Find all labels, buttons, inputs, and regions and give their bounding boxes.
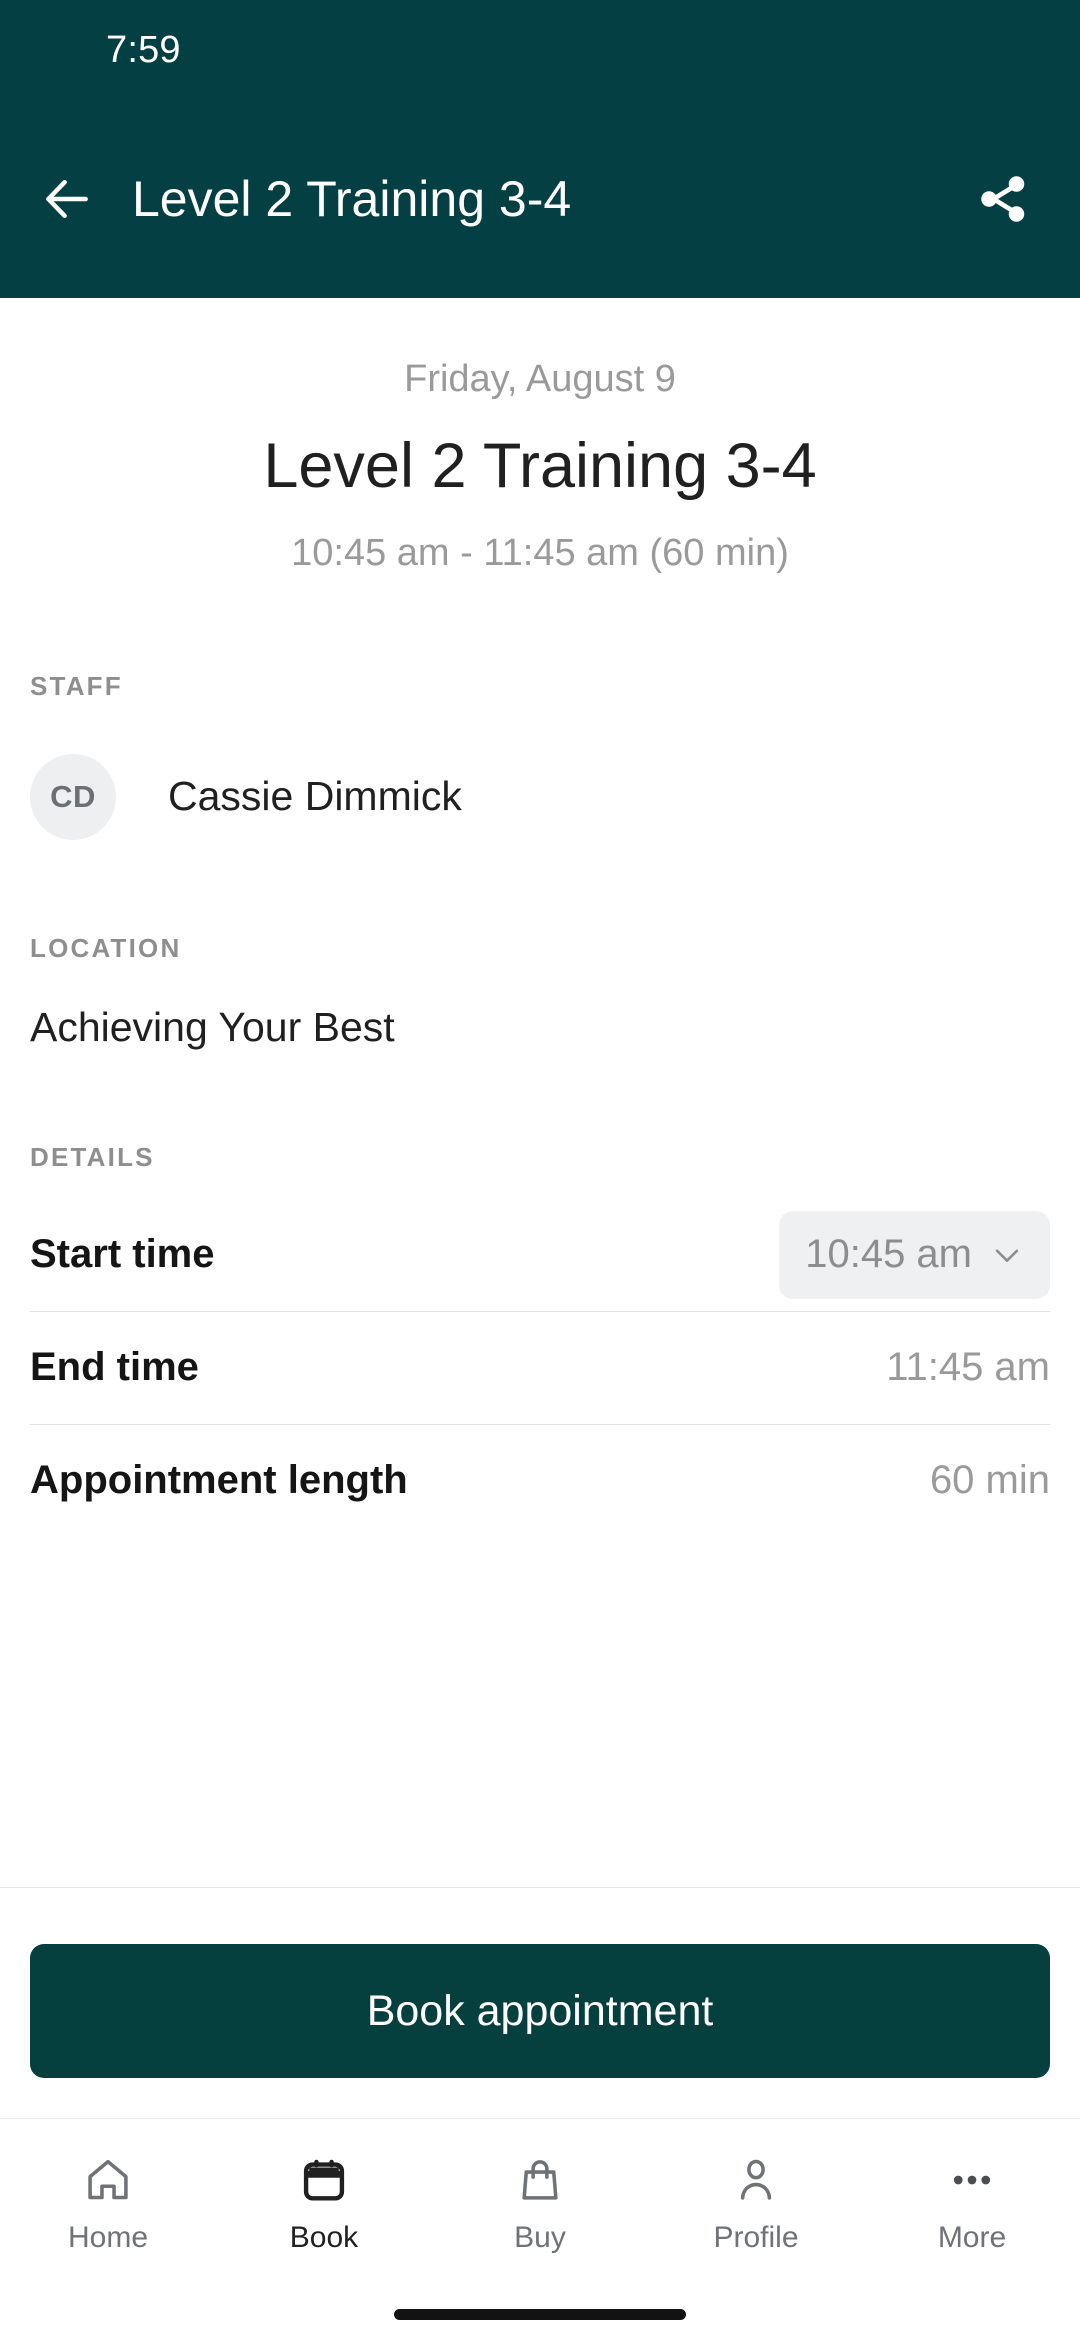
nav-label-book: Book xyxy=(289,2220,359,2254)
nav-label-more: More xyxy=(937,2220,1007,2254)
status-bar-clock: 7:59 xyxy=(106,28,181,71)
chevron-down-icon xyxy=(995,1249,1019,1262)
gesture-bar-area xyxy=(0,2288,1080,2340)
detail-row-end-time: End time 11:45 am xyxy=(0,1312,1080,1424)
status-bar: 7:59 xyxy=(0,0,1080,100)
avatar: CD xyxy=(30,753,116,840)
staff-section-label: STAFF xyxy=(30,670,123,701)
appointment-date: Friday, August 9 xyxy=(404,358,676,400)
calendar-icon xyxy=(297,2153,351,2207)
end-time-label: End time xyxy=(30,1345,199,1390)
start-time-value: 10:45 am xyxy=(805,1232,972,1277)
avatar-initials: CD xyxy=(50,778,96,814)
ellipsis-icon xyxy=(945,2153,999,2207)
appointment-time-range: 10:45 am - 11:45 am (60 min) xyxy=(291,532,789,575)
nav-label-profile: Profile xyxy=(713,2220,799,2254)
nav-item-home[interactable]: Home xyxy=(0,2153,216,2255)
location-section: LOCATION Achieving Your Best xyxy=(0,933,1080,1051)
staff-name: Cassie Dimmick xyxy=(168,773,462,820)
bag-icon xyxy=(513,2153,567,2207)
details-section: DETAILS Start time 10:45 am End time 11:… xyxy=(0,1142,1080,1537)
detail-row-start-time: Start time 10:45 am xyxy=(0,1199,1080,1311)
app-bar: Level 2 Training 3-4 xyxy=(0,100,1080,298)
staff-section: STAFF CD Cassie Dimmick xyxy=(0,671,1080,840)
bottom-navigation: Home Book Buy Profile More xyxy=(0,2118,1080,2288)
appointment-detail-content: Friday, August 9 Level 2 Training 3-4 10… xyxy=(0,298,1080,1887)
back-button[interactable] xyxy=(30,162,104,236)
appointment-hero: Friday, August 9 Level 2 Training 3-4 10… xyxy=(0,298,1080,578)
details-section-label: DETAILS xyxy=(30,1141,155,1172)
appointment-length-label: Appointment length xyxy=(30,1458,408,1503)
nav-item-book[interactable]: Book xyxy=(216,2153,432,2255)
appointment-title: Level 2 Training 3-4 xyxy=(263,430,817,501)
staff-row[interactable]: CD Cassie Dimmick xyxy=(0,753,1080,840)
person-icon xyxy=(729,2153,783,2207)
start-time-dropdown[interactable]: 10:45 am xyxy=(779,1210,1050,1299)
nav-item-more[interactable]: More xyxy=(864,2153,1080,2255)
detail-row-appointment-length: Appointment length 60 min xyxy=(0,1425,1080,1537)
nav-item-buy[interactable]: Buy xyxy=(432,2153,648,2255)
nav-item-profile[interactable]: Profile xyxy=(648,2153,864,2255)
share-icon xyxy=(981,176,1025,222)
end-time-value: 11:45 am xyxy=(886,1345,1050,1390)
share-button[interactable] xyxy=(964,160,1042,238)
location-section-label: LOCATION xyxy=(30,932,182,963)
app-bar-title: Level 2 Training 3-4 xyxy=(132,171,572,227)
location-value: Achieving Your Best xyxy=(30,1003,395,1050)
book-appointment-button[interactable]: Book appointment xyxy=(30,1944,1050,2078)
gesture-bar[interactable] xyxy=(394,2308,686,2320)
nav-label-home: Home xyxy=(67,2220,149,2254)
app-screen: 7:59 Level 2 Training 3-4 Friday, August… xyxy=(0,0,1080,2340)
arrow-left-icon xyxy=(46,179,88,219)
nav-label-buy: Buy xyxy=(514,2220,566,2254)
footer-action-bar: Book appointment xyxy=(0,1887,1080,2118)
start-time-label: Start time xyxy=(30,1232,215,1277)
home-icon xyxy=(81,2153,135,2207)
appointment-length-value: 60 min xyxy=(929,1458,1050,1503)
